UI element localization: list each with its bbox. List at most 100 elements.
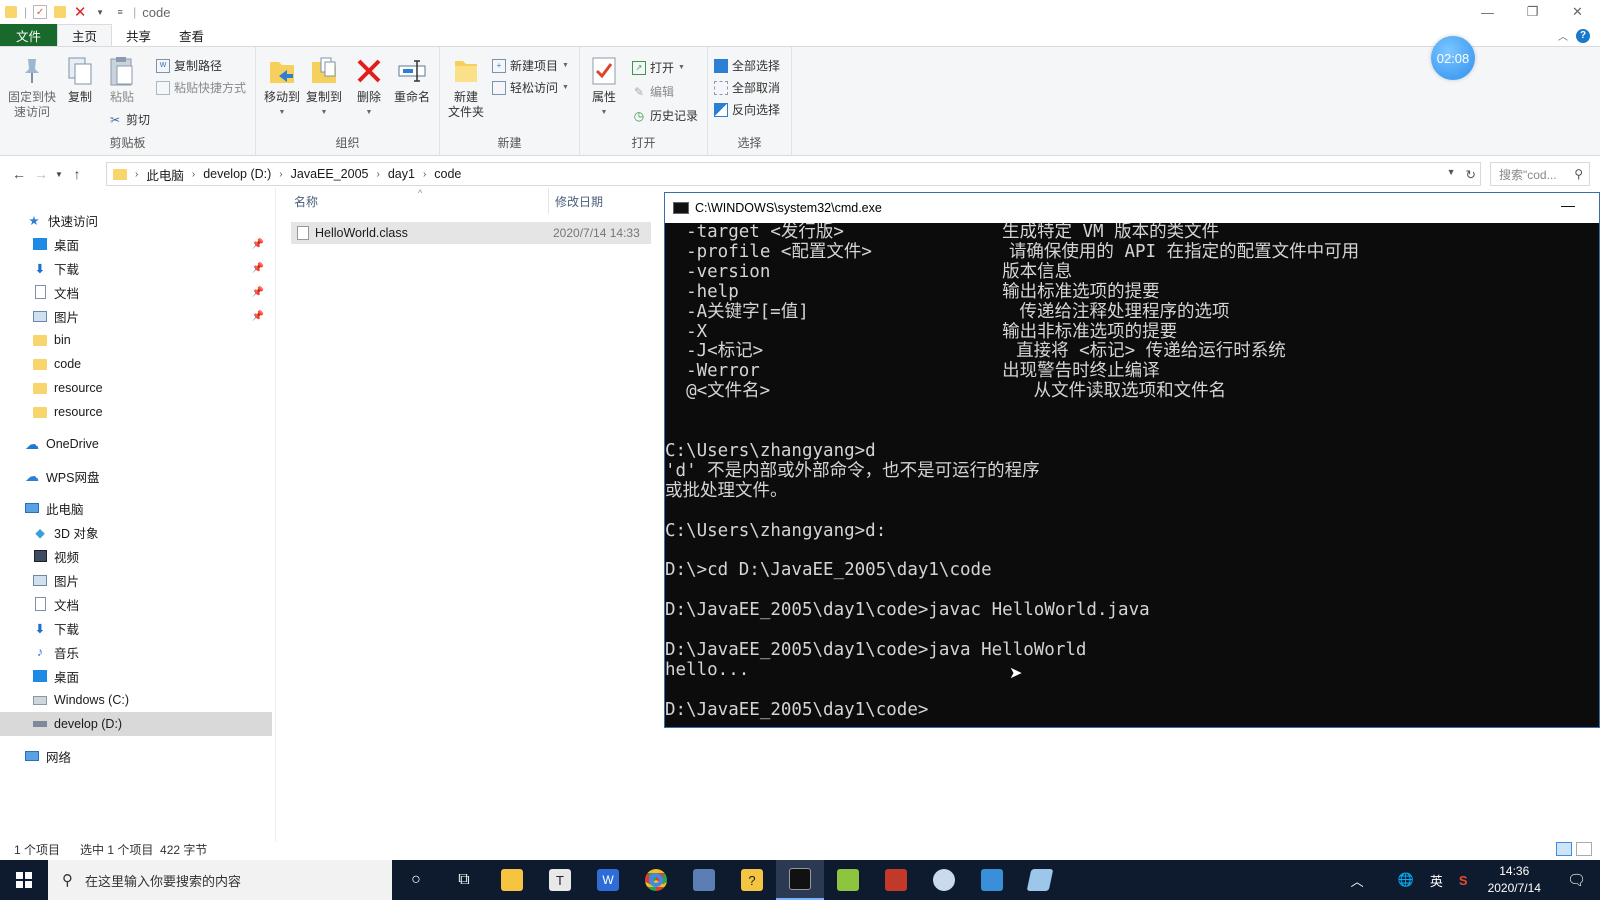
- open-button[interactable]: ↗ 打开 ▼: [632, 59, 685, 76]
- pin-icon[interactable]: 📌: [252, 287, 264, 298]
- chevron-right-icon[interactable]: ›: [376, 169, 379, 180]
- clock[interactable]: 14:36 2020/7/14: [1476, 863, 1553, 897]
- wps-writer-icon[interactable]: W: [584, 860, 632, 900]
- forward-arrow-icon[interactable]: →: [30, 166, 52, 182]
- typora-icon[interactable]: T: [536, 860, 584, 900]
- breadcrumb-code[interactable]: code: [434, 167, 461, 181]
- nav-item-videos[interactable]: 视频: [0, 544, 272, 568]
- cortana-icon[interactable]: ○: [392, 860, 440, 900]
- tab-view[interactable]: 查看: [165, 24, 218, 46]
- address-dropdown-icon[interactable]: ▼: [1447, 167, 1456, 182]
- cmd-window[interactable]: C:\WINDOWS\system32\cmd.exe — -target <发…: [664, 192, 1600, 728]
- breadcrumb-develop[interactable]: develop (D:): [203, 167, 271, 181]
- nav-item-desktop-pc[interactable]: 桌面: [0, 664, 272, 688]
- pin-icon[interactable]: 📌: [252, 311, 264, 322]
- cmd-minimize-button[interactable]: —: [1561, 197, 1575, 213]
- pin-icon[interactable]: 📌: [252, 263, 264, 274]
- help-icon[interactable]: ?: [1576, 28, 1590, 43]
- column-divider[interactable]: [548, 188, 549, 214]
- people-app-icon[interactable]: [872, 860, 920, 900]
- nav-item-downloads[interactable]: ⬇ 下载 📌: [0, 256, 272, 280]
- ime-indicator[interactable]: 英: [1422, 871, 1451, 890]
- nav-item-desktop[interactable]: 桌面 📌: [0, 232, 272, 256]
- notes-app-icon[interactable]: [1016, 860, 1064, 900]
- nav-item-resource-2[interactable]: resource: [0, 400, 272, 424]
- invert-selection-button[interactable]: 反向选择: [714, 101, 780, 118]
- properties-button[interactable]: 属性 ▼: [588, 55, 620, 120]
- cmd-output[interactable]: -target <发行版> 生成特定 VM 版本的类文件 -profile <配…: [665, 223, 1599, 727]
- easy-access-button[interactable]: 轻松访问 ▼: [492, 79, 569, 96]
- new-folder-button[interactable]: 新建 文件夹: [446, 55, 486, 120]
- pin-quick-access-button[interactable]: 固定到快 速访问: [6, 55, 58, 120]
- minimize-button[interactable]: —: [1465, 0, 1510, 24]
- nav-item-code[interactable]: code: [0, 352, 272, 376]
- chevron-down-icon[interactable]: ▼: [93, 5, 107, 19]
- action-center-icon[interactable]: 🗨: [1553, 871, 1600, 889]
- large-icons-view-icon[interactable]: [1576, 842, 1592, 856]
- nav-network[interactable]: 网络: [0, 744, 272, 768]
- paste-button[interactable]: 粘贴: [104, 55, 140, 105]
- edit-button[interactable]: ✎ 编辑: [632, 83, 674, 100]
- nav-item-bin[interactable]: bin: [0, 328, 272, 352]
- tab-file[interactable]: 文件: [0, 24, 58, 46]
- up-arrow-icon[interactable]: ↑: [66, 166, 88, 182]
- nav-item-drive-d[interactable]: develop (D:): [0, 712, 272, 736]
- refresh-icon[interactable]: ↻: [1466, 167, 1476, 182]
- back-arrow-icon[interactable]: ←: [8, 166, 30, 182]
- pane-splitter[interactable]: [275, 188, 276, 842]
- pin-icon[interactable]: 📌: [252, 239, 264, 250]
- recording-timer[interactable]: 02:08: [1431, 36, 1475, 80]
- details-view-icon[interactable]: [1556, 842, 1572, 856]
- nav-item-pictures-pc[interactable]: 图片: [0, 568, 272, 592]
- recent-locations-chevron-icon[interactable]: ▼: [52, 170, 66, 179]
- chevron-right-icon[interactable]: ›: [135, 169, 138, 180]
- calculator-icon[interactable]: [680, 860, 728, 900]
- sogou-input-icon[interactable]: S: [1451, 873, 1476, 888]
- restore-button[interactable]: ❐: [1510, 0, 1555, 24]
- chevron-right-icon[interactable]: ›: [192, 169, 195, 180]
- file-row[interactable]: HelloWorld.class 2020/7/14 14:33: [291, 222, 651, 244]
- delete-button[interactable]: 删除 ▼: [352, 55, 386, 120]
- copy-to-button[interactable]: 复制到 ▼: [304, 55, 344, 120]
- remote-desktop-icon[interactable]: [968, 860, 1016, 900]
- properties-icon[interactable]: ✓: [33, 5, 48, 19]
- nav-item-documents-pc[interactable]: 文档: [0, 592, 272, 616]
- cmd-taskbar-icon[interactable]: [776, 860, 824, 900]
- copy-path-button[interactable]: W 复制路径: [156, 57, 222, 74]
- show-hidden-icons-chevron-icon[interactable]: ︿: [1343, 871, 1372, 890]
- nav-item-documents[interactable]: 文档 📌: [0, 280, 272, 304]
- tab-share[interactable]: 共享: [112, 24, 165, 46]
- select-none-button[interactable]: 全部取消: [714, 79, 780, 96]
- breadcrumb-day1[interactable]: day1: [388, 167, 415, 181]
- nav-quick-access[interactable]: ★ 快速访问: [0, 208, 272, 232]
- copy-button[interactable]: 复制: [62, 55, 98, 105]
- customize-qat-icon[interactable]: ≡: [113, 5, 127, 19]
- nav-item-music[interactable]: ♪ 音乐: [0, 640, 272, 664]
- taskbar-search-box[interactable]: ⚲ 在这里输入你要搜索的内容: [48, 860, 392, 900]
- address-bar[interactable]: › 此电脑 › develop (D:) › JavaEE_2005 › day…: [106, 162, 1481, 186]
- task-view-icon[interactable]: ⧉: [440, 860, 488, 900]
- new-folder-icon[interactable]: [53, 5, 67, 19]
- move-to-button[interactable]: 移动到 ▼: [262, 55, 302, 120]
- close-button[interactable]: ✕: [1555, 0, 1600, 24]
- help-app-icon[interactable]: ?: [728, 860, 776, 900]
- file-explorer-icon[interactable]: [488, 860, 536, 900]
- nav-item-pictures[interactable]: 图片 📌: [0, 304, 272, 328]
- nav-item-3d-objects[interactable]: ◆ 3D 对象: [0, 520, 272, 544]
- paste-shortcut-button[interactable]: 粘贴快捷方式: [156, 79, 246, 96]
- rename-button[interactable]: 重命名: [390, 55, 434, 105]
- language-globe-icon[interactable]: 🌐: [1390, 872, 1422, 888]
- tab-home[interactable]: 主页: [57, 24, 113, 46]
- column-header-name[interactable]: 名称: [294, 193, 318, 210]
- nav-onedrive[interactable]: ☁ OneDrive: [0, 432, 272, 456]
- nav-item-resource[interactable]: resource: [0, 376, 272, 400]
- notepad-plus-icon[interactable]: [824, 860, 872, 900]
- collapse-ribbon-icon[interactable]: ︿: [1558, 28, 1568, 43]
- cut-button[interactable]: ✂ 剪切: [108, 111, 150, 128]
- search-box[interactable]: 搜索"cod... ⚲: [1490, 162, 1590, 186]
- select-all-button[interactable]: 全部选择: [714, 57, 780, 74]
- cmd-title-bar[interactable]: C:\WINDOWS\system32\cmd.exe —: [665, 193, 1599, 223]
- column-header-modified[interactable]: 修改日期: [555, 193, 603, 210]
- start-button[interactable]: [0, 860, 48, 900]
- chevron-right-icon[interactable]: ›: [423, 169, 426, 180]
